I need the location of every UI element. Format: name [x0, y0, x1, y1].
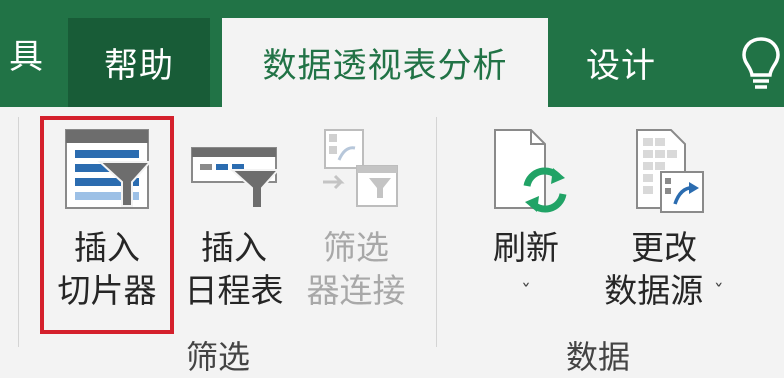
chevron-down-icon[interactable]: ˇ: [714, 280, 724, 304]
timeline-icon: [191, 147, 281, 209]
group-label-filter: 筛选: [186, 338, 251, 376]
change-data-source-label-1: 更改: [631, 228, 697, 267]
tab-tools-label: 具: [9, 37, 44, 77]
change-data-source-label-2: 数据源 ˇ: [584, 269, 744, 314]
refresh-button[interactable]: 刷新 ˇ: [476, 126, 576, 314]
lightbulb-icon: [742, 36, 780, 89]
insert-timeline-label-1: 插入: [201, 228, 267, 267]
change-data-source-label-2-text: 数据源: [604, 271, 704, 310]
tell-me-button[interactable]: [726, 18, 784, 107]
filter-connections-button[interactable]: 筛选 器连接: [296, 126, 416, 312]
filter-connections-icon: [323, 129, 398, 207]
insert-timeline-label-2: 日程表: [184, 271, 284, 310]
chevron-down-icon: ˇ: [521, 280, 531, 304]
change-data-source-button[interactable]: 更改 数据源 ˇ: [584, 126, 744, 314]
highlight-box: [40, 116, 174, 334]
group-label-data: 数据: [566, 338, 631, 376]
filter-connections-label-1: 筛选: [323, 228, 389, 267]
refresh-dropdown[interactable]: ˇ: [476, 269, 576, 314]
ribbon-tab-bar: 具 帮助 数据透视表分析 设计: [0, 0, 784, 107]
insert-timeline-button[interactable]: 插入 日程表: [178, 126, 290, 312]
tab-pivottable-analyze-label: 数据透视表分析: [262, 46, 508, 86]
group-separator: [436, 117, 437, 347]
tab-help[interactable]: 帮助: [68, 18, 210, 107]
tab-pivottable-analyze[interactable]: 数据透视表分析: [222, 18, 548, 107]
group-separator: [18, 117, 19, 347]
tab-design-label: 设计: [586, 46, 656, 86]
change-data-source-icon: [636, 129, 704, 213]
refresh-label: 刷新: [493, 228, 559, 267]
tab-help-label: 帮助: [104, 46, 174, 86]
tab-design[interactable]: 设计: [560, 18, 682, 107]
filter-connections-label-2: 器连接: [306, 271, 406, 310]
tab-tools-partial[interactable]: 具: [0, 0, 44, 107]
refresh-icon: [494, 129, 567, 213]
